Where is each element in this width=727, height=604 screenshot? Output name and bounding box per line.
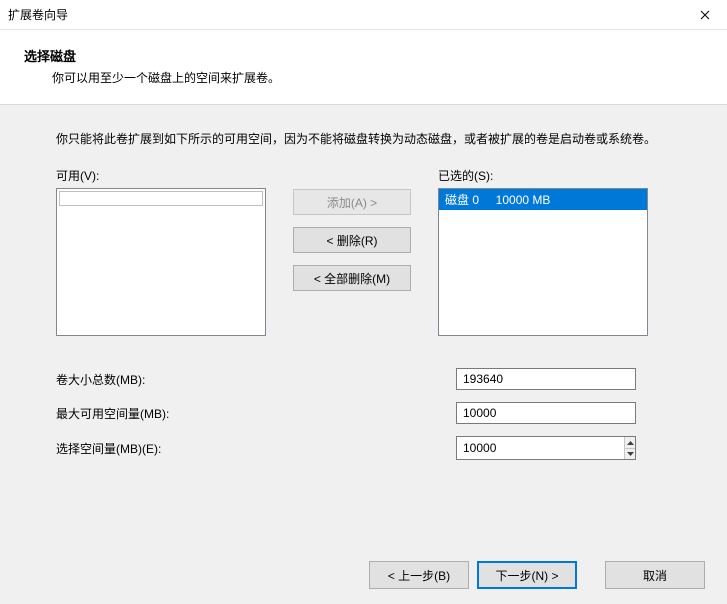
wizard-body: 你只能将此卷扩展到如下所示的可用空间，因为不能将磁盘转换为动态磁盘，或者被扩展的…: [0, 104, 727, 604]
close-button[interactable]: [682, 0, 727, 30]
available-label: 可用(V):: [56, 167, 266, 184]
cancel-button[interactable]: 取消: [605, 561, 705, 589]
remove-button[interactable]: < 删除(R): [293, 227, 411, 253]
add-button[interactable]: 添加(A) >: [293, 189, 411, 215]
wizard-footer: < 上一步(B) 下一步(N) > 取消: [0, 546, 727, 604]
remove-all-button[interactable]: < 全部删除(M): [293, 265, 411, 291]
window-title: 扩展卷向导: [8, 6, 68, 23]
page-subtitle: 你可以用至少一个磁盘上的空间来扩展卷。: [52, 69, 703, 86]
close-icon: [700, 10, 710, 20]
select-space-input[interactable]: [457, 437, 624, 459]
list-item[interactable]: 磁盘 0 10000 MB: [439, 189, 647, 210]
available-list-header: [59, 191, 263, 206]
total-size-label: 卷大小总数(MB):: [56, 371, 456, 388]
description-text: 你只能将此卷扩展到如下所示的可用空间，因为不能将磁盘转换为动态磁盘，或者被扩展的…: [56, 129, 675, 149]
available-listbox[interactable]: [56, 188, 266, 336]
chevron-down-icon: [627, 452, 634, 456]
total-size-value: 193640: [456, 368, 636, 390]
titlebar: 扩展卷向导: [0, 0, 727, 30]
spinner-down-button[interactable]: [625, 449, 635, 460]
max-space-value: 10000: [456, 402, 636, 424]
select-space-spinner[interactable]: [456, 436, 636, 460]
chevron-up-icon: [627, 441, 634, 445]
select-space-label: 选择空间量(MB)(E):: [56, 440, 456, 457]
back-button[interactable]: < 上一步(B): [369, 561, 469, 589]
next-button[interactable]: 下一步(N) >: [477, 561, 577, 589]
selected-listbox[interactable]: 磁盘 0 10000 MB: [438, 188, 648, 336]
spinner-up-button[interactable]: [625, 437, 635, 449]
page-title: 选择磁盘: [24, 46, 703, 65]
max-space-label: 最大可用空间量(MB):: [56, 405, 456, 422]
wizard-header: 选择磁盘 你可以用至少一个磁盘上的空间来扩展卷。: [0, 30, 727, 104]
selected-label: 已选的(S):: [438, 167, 648, 184]
